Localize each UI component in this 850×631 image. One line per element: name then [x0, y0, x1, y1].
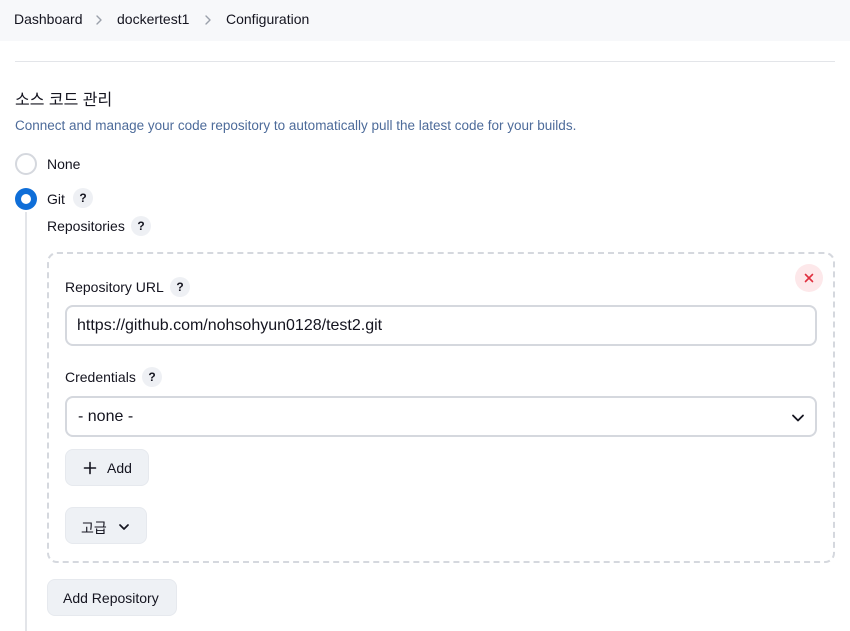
chevron-down-icon [118, 520, 130, 536]
section-title: 소스 코드 관리 [15, 92, 113, 109]
plus-icon [83, 461, 97, 478]
advanced-button[interactable]: 고급 [65, 507, 147, 544]
help-icon[interactable]: ? [142, 367, 162, 387]
repository-url-label: Repository URL [65, 279, 164, 295]
add-credentials-button[interactable]: Add [65, 449, 149, 486]
breadcrumb-configuration[interactable]: Configuration [226, 11, 309, 27]
help-icon[interactable]: ? [73, 188, 93, 208]
section-description: Connect and manage your code repository … [15, 118, 577, 133]
radio-none-label[interactable]: None [47, 156, 80, 172]
radio-selected-dot [21, 194, 31, 204]
breadcrumb-job[interactable]: dockertest1 [117, 11, 189, 27]
radio-git-label[interactable]: Git [47, 191, 65, 207]
add-repository-button[interactable]: Add Repository [47, 579, 177, 616]
close-icon[interactable] [795, 264, 823, 292]
help-icon[interactable]: ? [170, 277, 190, 297]
section-divider [15, 61, 835, 62]
repository-url-input[interactable] [65, 305, 817, 346]
credentials-select[interactable]: - none - [65, 396, 817, 437]
chevron-right-icon [201, 13, 215, 27]
chevron-right-icon [92, 13, 106, 27]
breadcrumb-dashboard[interactable]: Dashboard [14, 11, 83, 27]
nested-section-line [25, 212, 27, 631]
help-icon[interactable]: ? [131, 216, 151, 236]
radio-none[interactable] [15, 153, 37, 175]
chevron-down-icon [791, 411, 805, 429]
breadcrumb: Dashboard dockertest1 Configuration [0, 0, 850, 41]
add-repository-label: Add Repository [63, 590, 159, 606]
radio-git[interactable] [15, 188, 37, 210]
advanced-label: 고급 [81, 520, 107, 536]
repositories-label: Repositories [47, 218, 125, 234]
add-credentials-label: Add [107, 460, 132, 476]
credentials-label: Credentials [65, 369, 136, 385]
credentials-selected-value: - none - [78, 408, 134, 425]
